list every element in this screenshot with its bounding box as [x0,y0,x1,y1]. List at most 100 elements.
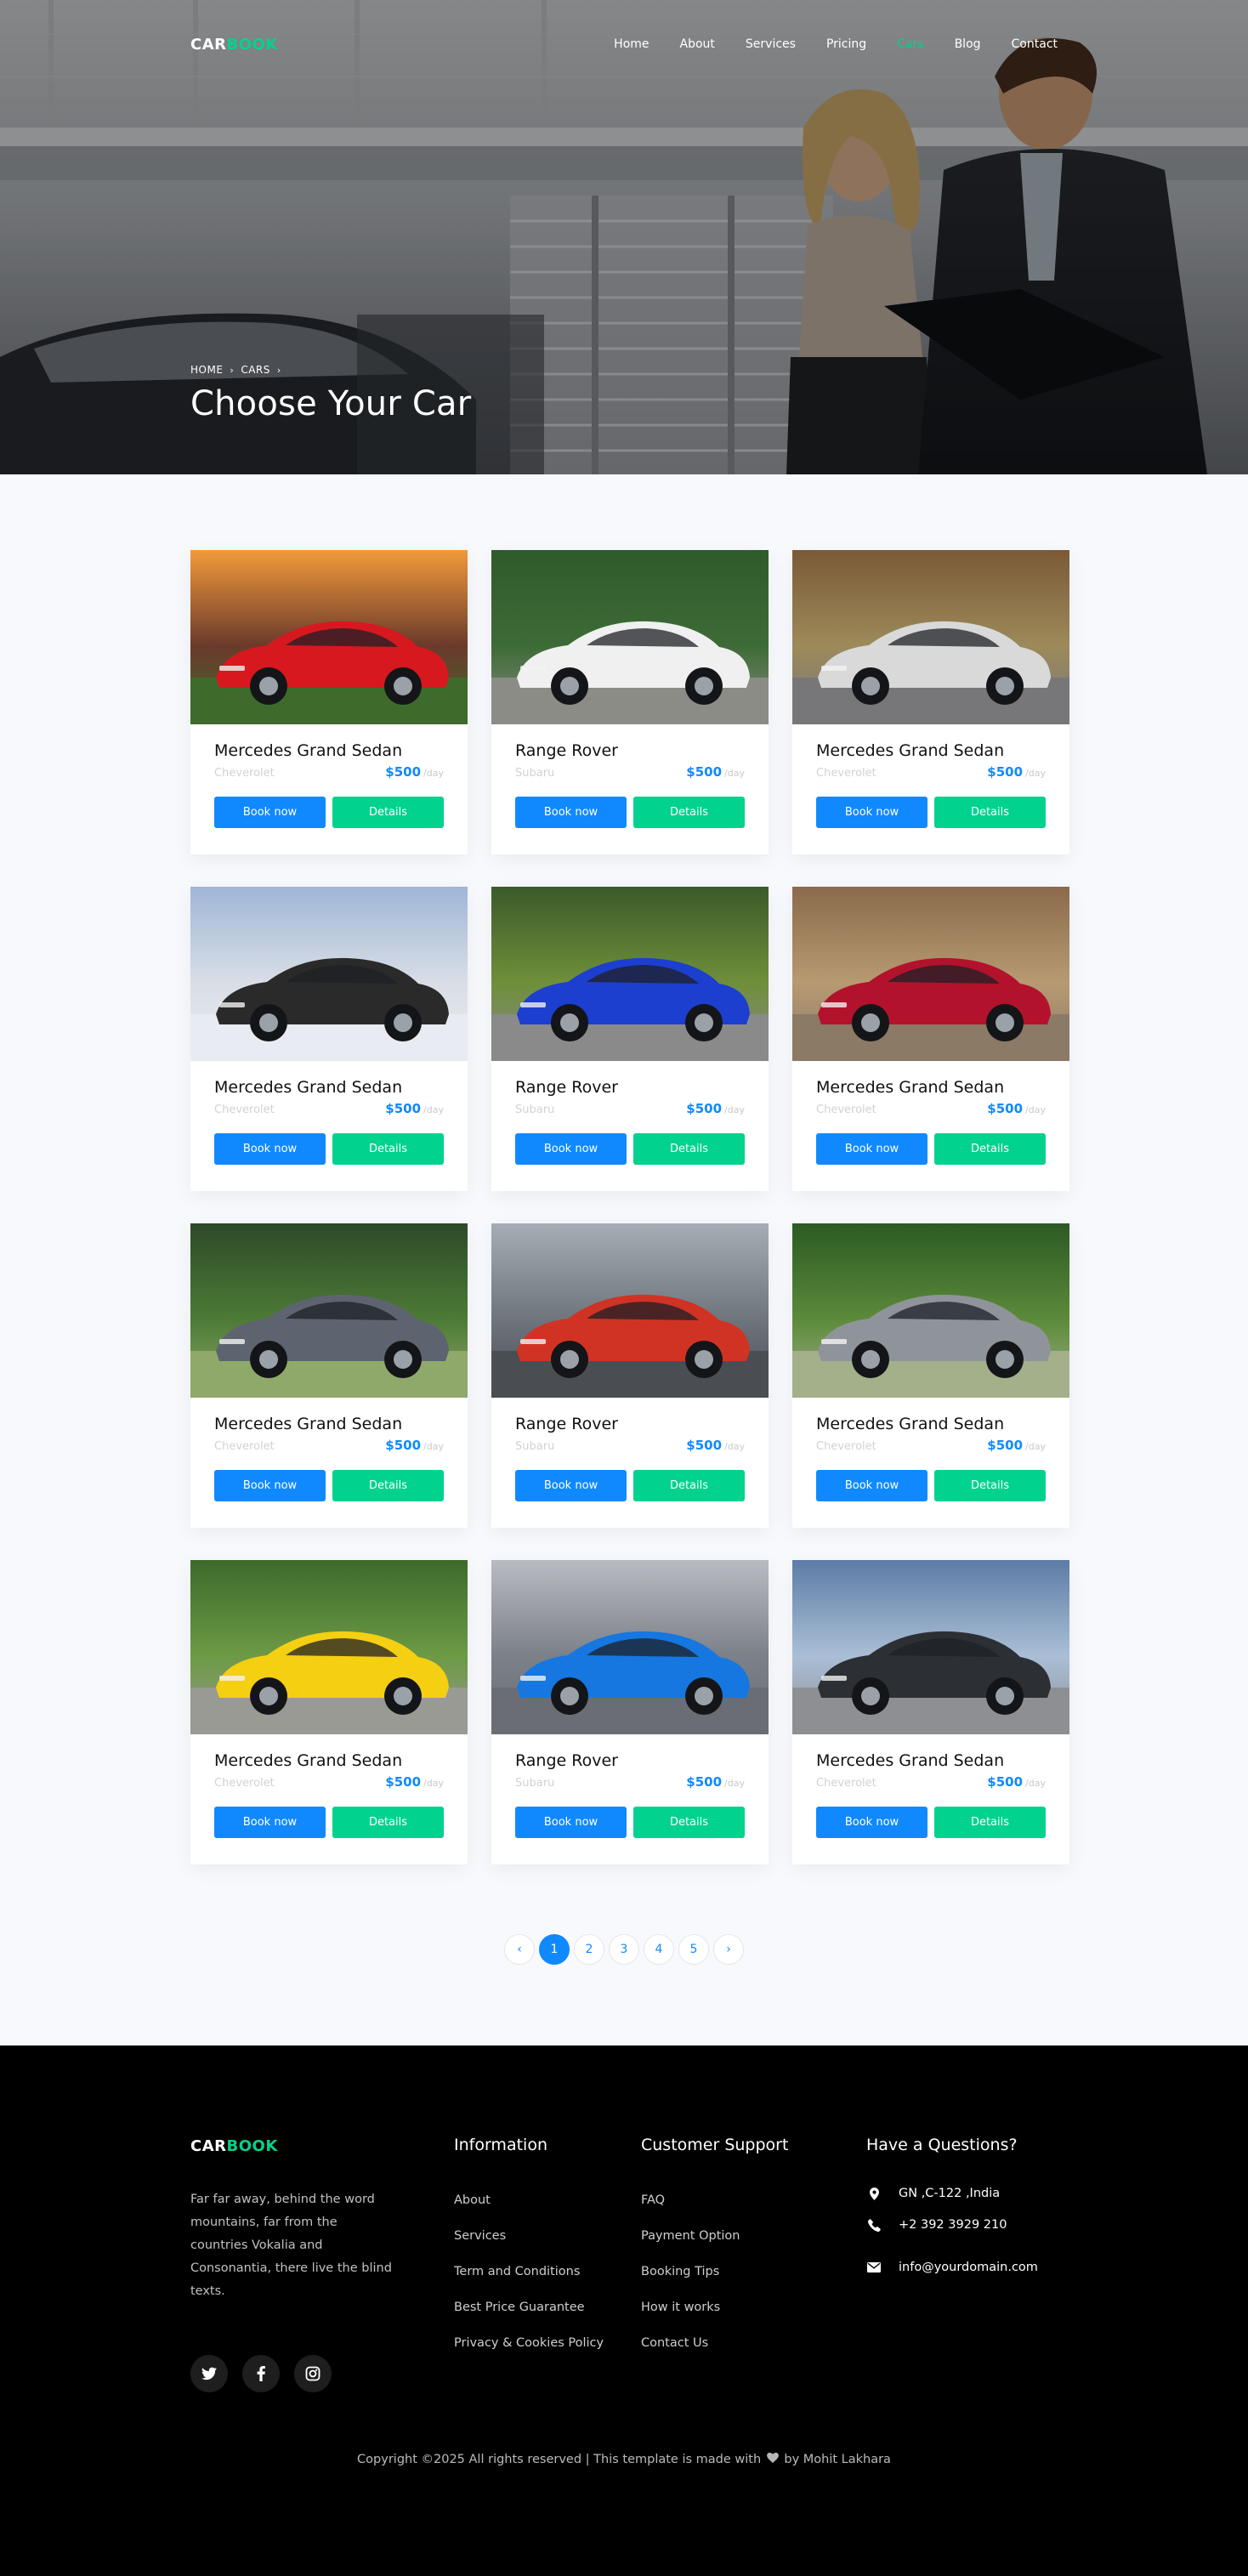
pagination-next-button[interactable]: › [713,1934,744,1965]
logo-accent-text: BOOK [226,35,278,54]
car-image[interactable] [792,550,1069,724]
car-price-period: /day [1025,1104,1046,1115]
car-brand: Cheverolet [214,767,275,780]
contact-phone[interactable]: +2 392 3929 210 [866,2215,1038,2235]
car-name[interactable]: Range Rover [515,1078,745,1097]
pagination-page-4[interactable]: 4 [644,1934,674,1965]
car-name[interactable]: Mercedes Grand Sedan [214,1078,444,1097]
car-name[interactable]: Range Rover [515,1751,745,1770]
hero-overlay [0,0,1248,474]
book-now-button[interactable]: Book now [515,797,627,828]
details-button[interactable]: Details [934,797,1046,828]
car-name[interactable]: Mercedes Grand Sedan [214,1415,444,1433]
car-name[interactable]: Mercedes Grand Sedan [816,1078,1046,1097]
details-button[interactable]: Details [332,797,444,828]
car-name[interactable]: Mercedes Grand Sedan [816,1415,1046,1433]
car-image[interactable] [491,550,769,724]
car-price-period: /day [1025,1441,1046,1452]
page-title: Choose Your Car [190,384,472,423]
facebook-icon[interactable] [242,2355,280,2392]
contact-email-text: info@yourdomain.com [899,2261,1038,2274]
footer-link-faq[interactable]: FAQ [641,2192,788,2227]
car-image[interactable] [190,550,468,724]
car-name[interactable]: Mercedes Grand Sedan [214,1751,444,1770]
car-price-period: /day [724,1104,745,1115]
details-button[interactable]: Details [332,1470,444,1501]
details-button[interactable]: Details [332,1133,444,1165]
pagination-page-5[interactable]: 5 [678,1934,709,1965]
details-button[interactable]: Details [934,1470,1046,1501]
pagination-prev-button[interactable]: ‹ [504,1934,535,1965]
car-image[interactable] [190,1560,468,1734]
footer-link-booking-tips[interactable]: Booking Tips [641,2263,788,2299]
book-now-button[interactable]: Book now [515,1133,627,1165]
contact-phone-text: +2 392 3929 210 [899,2218,1007,2232]
book-now-button[interactable]: Book now [214,797,326,828]
car-price-block: $500/day [987,1100,1046,1116]
nav-pricing[interactable]: Pricing [811,37,882,51]
footer-link-contact[interactable]: Contact Us [641,2335,788,2370]
book-now-button[interactable]: Book now [214,1807,326,1838]
car-price: $500 [987,1774,1024,1790]
brand-logo[interactable]: CARBOOK [190,36,278,54]
car-image[interactable] [491,1223,769,1398]
car-actions: Book now Details [214,1470,444,1501]
book-now-button[interactable]: Book now [816,1133,927,1165]
details-button[interactable]: Details [332,1807,444,1838]
twitter-icon[interactable] [190,2355,228,2392]
footer-link-terms[interactable]: Term and Conditions [454,2263,604,2299]
car-image[interactable] [190,887,468,1061]
details-button[interactable]: Details [633,1807,745,1838]
nav-cars[interactable]: Cars [882,37,939,51]
book-now-button[interactable]: Book now [515,1807,627,1838]
car-price-block: $500/day [385,1773,444,1790]
car-image[interactable] [491,887,769,1061]
car-name[interactable]: Mercedes Grand Sedan [816,1751,1046,1770]
footer-link-how-it-works[interactable]: How it works [641,2299,788,2335]
footer-logo-accent: BOOK [226,2137,278,2155]
footer-link-services[interactable]: Services [454,2227,604,2263]
book-now-button[interactable]: Book now [816,1470,927,1501]
car-name[interactable]: Mercedes Grand Sedan [214,741,444,760]
pagination-page-2[interactable]: 2 [574,1934,604,1965]
details-button[interactable]: Details [934,1807,1046,1838]
nav-blog[interactable]: Blog [939,37,996,51]
car-actions: Book now Details [515,1470,745,1501]
pagination-page-3[interactable]: 3 [609,1934,639,1965]
book-now-button[interactable]: Book now [515,1470,627,1501]
nav-contact[interactable]: Contact [996,37,1058,51]
car-name[interactable]: Range Rover [515,741,745,760]
car-card-body: Range Rover Subaru $500/day Book now Details [491,1398,769,1501]
nav-home[interactable]: Home [598,37,664,51]
instagram-icon[interactable] [294,2355,332,2392]
pagination-page-1[interactable]: 1 [539,1934,570,1965]
contact-email[interactable]: info@yourdomain.com [866,2257,1038,2278]
footer-link-payment[interactable]: Payment Option [641,2227,788,2263]
car-image[interactable] [792,1560,1069,1734]
book-now-button[interactable]: Book now [816,797,927,828]
nav-about[interactable]: About [665,37,730,51]
nav-services[interactable]: Services [730,37,811,51]
car-name[interactable]: Mercedes Grand Sedan [816,741,1046,760]
footer-logo[interactable]: CARBOOK [190,2137,278,2155]
details-button[interactable]: Details [633,797,745,828]
book-now-button[interactable]: Book now [214,1470,326,1501]
details-button[interactable]: Details [633,1133,745,1165]
car-image[interactable] [190,1223,468,1398]
footer-link-privacy[interactable]: Privacy & Cookies Policy [454,2335,604,2370]
car-card-body: Mercedes Grand Sedan Cheverolet $500/day Bo… [190,1734,468,1838]
footer-link-about[interactable]: About [454,2192,604,2227]
details-button[interactable]: Details [633,1470,745,1501]
car-actions: Book now Details [515,797,745,828]
book-now-button[interactable]: Book now [214,1133,326,1165]
car-image[interactable] [792,887,1069,1061]
car-image[interactable] [792,1223,1069,1398]
book-now-button[interactable]: Book now [816,1807,927,1838]
details-button[interactable]: Details [934,1133,1046,1165]
car-name[interactable]: Range Rover [515,1415,745,1433]
breadcrumb-home[interactable]: HOME [190,364,223,376]
footer-link-best-price[interactable]: Best Price Guarantee [454,2299,604,2335]
car-image[interactable] [491,1560,769,1734]
car-actions: Book now Details [816,797,1046,828]
car-grid: Mercedes Grand Sedan Cheverolet $500/day Bo… [190,550,1069,1864]
